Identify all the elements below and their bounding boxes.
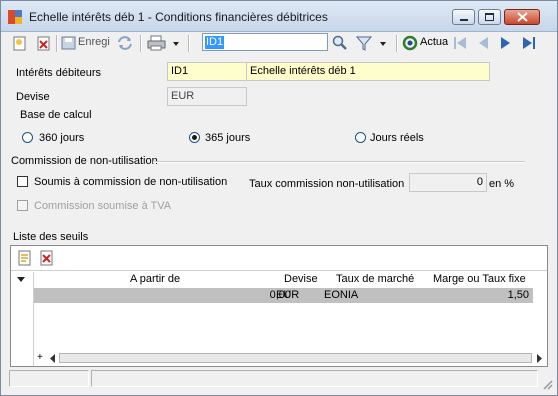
seuils-grid: A partir de Devise Taux de marché Marge … — [10, 245, 548, 367]
column-header-marge[interactable]: Marge ou Taux fixe — [433, 273, 526, 285]
radio-360[interactable] — [22, 132, 33, 143]
refresh-icon — [402, 35, 418, 51]
seuils-section-title: Liste des seuils — [13, 231, 89, 243]
grid-toolbar-divider — [11, 270, 547, 271]
search-icon[interactable] — [332, 34, 348, 52]
print-icon[interactable] — [147, 34, 167, 52]
taux-field[interactable]: 0 — [409, 173, 487, 192]
title-bar[interactable]: Echelle intérêts déb 1 - Conditions fina… — [1, 1, 557, 32]
soumis-label: Soumis à commission de non-utilisation — [34, 176, 228, 188]
radio-365-label: 365 jours — [205, 132, 251, 144]
first-record-icon[interactable] — [452, 34, 468, 52]
horizontal-scrollbar[interactable] — [36, 352, 547, 365]
refresh-button[interactable]: Actua — [402, 34, 450, 52]
commission-divider — [153, 161, 525, 163]
next-record-icon[interactable] — [498, 34, 514, 52]
last-record-icon[interactable] — [521, 34, 537, 52]
toolbar: Enregi ID1 Actua — [2, 32, 557, 55]
column-header-a-partir-de[interactable]: A partir de — [130, 273, 180, 285]
toolbar-separator — [56, 35, 58, 52]
cell-marge: 1,50 — [507, 289, 529, 301]
app-icon — [8, 10, 22, 24]
maximize-icon — [485, 13, 494, 21]
search-input-value: ID1 — [205, 36, 225, 49]
toolbar-separator — [140, 35, 142, 52]
filter-icon[interactable] — [356, 34, 372, 52]
grid-delete-row-icon[interactable] — [40, 250, 54, 266]
refresh-label: Actua — [420, 36, 449, 48]
save-label: Enregi — [78, 36, 110, 48]
status-panel-1 — [9, 370, 89, 387]
radio-365[interactable] — [189, 132, 200, 143]
taux-label: Taux commission non-utilisation — [249, 178, 405, 190]
minimize-icon — [460, 19, 468, 21]
close-icon — [517, 12, 528, 22]
save-icon — [61, 36, 76, 50]
radio-jours-reels-label: Jours réels — [370, 132, 424, 144]
grid-row-header-divider — [33, 272, 34, 352]
resize-grip-icon[interactable] — [541, 378, 553, 390]
print-dropdown-chevron-down-icon[interactable] — [172, 34, 181, 52]
previous-record-icon[interactable] — [475, 34, 491, 52]
radio-jours-reels[interactable] — [355, 132, 366, 143]
soumis-checkbox[interactable] — [17, 176, 28, 187]
new-record-icon[interactable] — [12, 34, 28, 52]
maximize-button[interactable] — [478, 9, 501, 25]
delete-record-icon[interactable] — [36, 34, 52, 52]
radio-360-label: 360 jours — [39, 132, 85, 144]
sync-icon[interactable] — [116, 34, 134, 52]
commission-section-title: Commission de non-utilisation — [11, 155, 158, 167]
window: Echelle intérêts déb 1 - Conditions fina… — [0, 0, 558, 396]
scroll-left-icon[interactable] — [49, 354, 57, 363]
toolbar-separator — [188, 35, 190, 52]
scrollbar-track[interactable] — [59, 353, 532, 363]
interets-name-field[interactable]: Echelle intérêts déb 1 — [246, 62, 490, 81]
devise-field[interactable]: EUR — [167, 87, 247, 106]
window-title: Echelle intérêts déb 1 - Conditions fina… — [29, 10, 328, 24]
interets-label: Intérêts débiteurs — [16, 67, 101, 79]
save-button[interactable]: Enregi — [61, 34, 110, 52]
taux-unit: en % — [489, 178, 515, 190]
grid-new-row-icon[interactable] — [18, 250, 32, 266]
column-header-devise[interactable]: Devise — [284, 273, 318, 285]
interets-code-field[interactable]: ID1 — [167, 62, 247, 81]
close-button[interactable] — [504, 9, 540, 25]
filter-dropdown-chevron-down-icon[interactable] — [379, 34, 388, 52]
column-menu-chevron-down-icon[interactable] — [17, 276, 26, 284]
base-calcul-label: Base de calcul — [20, 109, 92, 121]
tva-checkbox[interactable] — [17, 200, 28, 211]
search-input[interactable]: ID1 — [202, 33, 328, 51]
tva-label: Commission soumise à TVA — [34, 200, 172, 212]
cell-devise: EUR — [276, 289, 300, 301]
column-header-taux-marche[interactable]: Taux de marché — [336, 273, 414, 285]
minimize-button[interactable] — [452, 9, 475, 25]
toolbar-separator — [396, 35, 398, 52]
grid-footer-divider — [33, 352, 34, 366]
status-panel-2 — [91, 370, 538, 387]
scroll-right-icon[interactable] — [535, 354, 543, 363]
table-row[interactable]: 0,00 EUR EONIA 1,50 — [34, 288, 533, 303]
devise-label: Devise — [16, 91, 50, 103]
cell-taux-marche: EONIA — [324, 289, 359, 301]
